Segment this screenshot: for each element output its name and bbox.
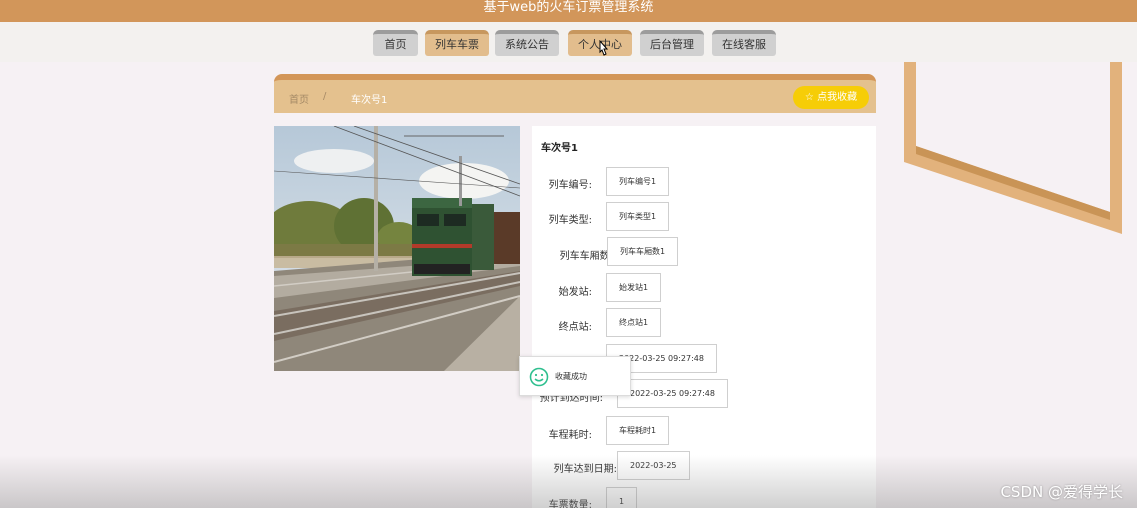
field-value-arrival-time: 2022-03-25 09:27:48 bbox=[617, 379, 728, 408]
field-label-ticket-quantity: 车票数量: bbox=[548, 500, 592, 508]
toast-notification: 收藏成功 bbox=[519, 356, 631, 396]
breadcrumb-current: 车次号1 bbox=[351, 95, 388, 106]
train-detail-card: 车次号1 列车编号: 列车编号1 列车类型: 列车类型1 列车车厢数: 列车车厢… bbox=[532, 126, 876, 508]
smile-icon bbox=[529, 367, 549, 387]
mouse-cursor-icon bbox=[599, 40, 609, 56]
field-value-carriage-count: 列车车厢数1 bbox=[607, 237, 679, 266]
nav-item-home[interactable]: 首页 bbox=[373, 30, 418, 56]
train-image bbox=[274, 126, 520, 371]
watermark: CSDN @爱得学长 bbox=[1000, 483, 1123, 501]
field-label-terminal-station: 终点站: bbox=[558, 322, 592, 333]
field-value-origin-station: 始发站1 bbox=[606, 273, 662, 302]
field-label-train-type: 列车类型: bbox=[548, 215, 592, 226]
site-header: 基于web的火车订票管理系统 bbox=[0, 0, 1137, 22]
nav-item-train-tickets[interactable]: 列车车票 bbox=[425, 30, 489, 56]
decorative-frame bbox=[904, 62, 1122, 234]
toast-message: 收藏成功 bbox=[555, 372, 587, 381]
field-label-train-number: 列车编号: bbox=[548, 180, 592, 191]
breadcrumb-home-link[interactable]: 首页 bbox=[289, 91, 309, 106]
breadcrumb: 首页 / 车次号1 ☆ 点我收藏 bbox=[274, 74, 876, 113]
site-title: 基于web的火车订票管理系统 bbox=[483, 0, 654, 15]
nav-bar: 首页 列车车票 系统公告 个人中心 后台管理 在线客服 bbox=[0, 22, 1137, 62]
detail-title: 车次号1 bbox=[541, 143, 578, 154]
field-label-arrival-date: 列车达到日期: bbox=[553, 464, 617, 475]
field-label-travel-duration: 车程耗时: bbox=[548, 430, 592, 441]
field-value-arrival-date: 2022-03-25 bbox=[617, 451, 690, 480]
breadcrumb-separator: / bbox=[323, 91, 327, 102]
field-value-terminal-station: 终点站1 bbox=[606, 308, 662, 337]
nav-item-admin[interactable]: 后台管理 bbox=[640, 30, 704, 56]
field-value-train-number: 列车编号1 bbox=[606, 167, 670, 196]
nav-item-announcements[interactable]: 系统公告 bbox=[495, 30, 559, 56]
nav-item-online-service[interactable]: 在线客服 bbox=[712, 30, 776, 56]
field-label-carriage-count: 列车车厢数: bbox=[559, 251, 613, 262]
field-value-ticket-quantity: 1 bbox=[606, 487, 638, 508]
field-label-origin-station: 始发站: bbox=[558, 287, 592, 298]
favorite-button[interactable]: ☆ 点我收藏 bbox=[793, 86, 869, 109]
field-value-train-type: 列车类型1 bbox=[606, 202, 670, 231]
field-value-travel-duration: 车程耗时1 bbox=[606, 416, 670, 445]
